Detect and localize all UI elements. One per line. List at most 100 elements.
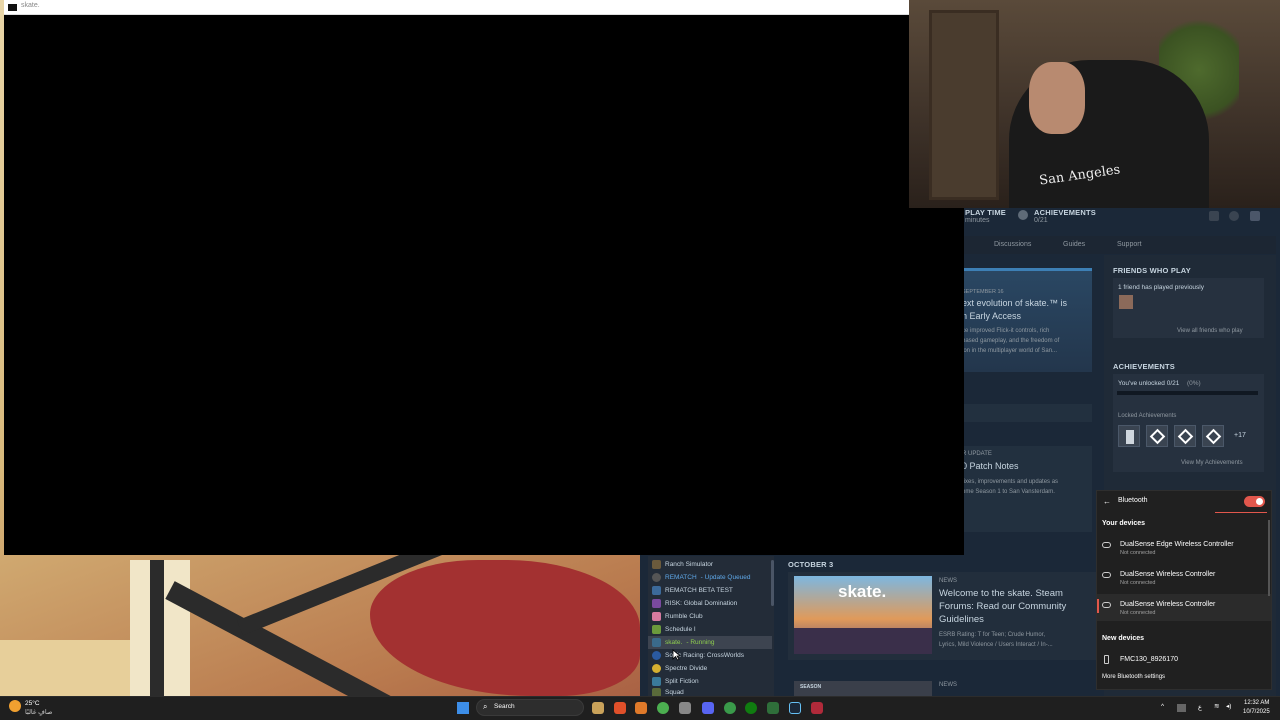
streamer-head (1029, 62, 1085, 134)
back-arrow-icon[interactable]: ← (1103, 497, 1111, 506)
tab-discussions[interactable]: Discussions (994, 241, 1031, 248)
chrome-icon[interactable] (657, 702, 669, 714)
news-date-label: OCTOBER 3 (788, 560, 834, 569)
achievements-unlocked-pct: (0%) (1187, 380, 1201, 387)
view-all-friends-link[interactable]: View all friends who play (1177, 328, 1243, 334)
bluetooth-toggle[interactable] (1244, 496, 1265, 507)
library-game-row[interactable]: Squad (648, 688, 772, 696)
info-icon[interactable] (1229, 211, 1239, 221)
library-game-row[interactable]: Split Fiction (648, 675, 772, 688)
diamond-icon (1177, 428, 1194, 445)
weather-description[interactable]: صافٍ غالبًا (25, 708, 52, 716)
search-placeholder: Search (494, 703, 515, 710)
taskbar-search[interactable] (476, 699, 584, 716)
game-icon (652, 664, 661, 673)
achievements-header-label: ACHIEVEMENTS (1034, 208, 1096, 217)
wallpaper-shape (150, 560, 164, 696)
new-device-name[interactable]: FMC130_8926170 (1120, 656, 1178, 663)
flyout-scrollbar[interactable] (1268, 520, 1270, 596)
app-icon[interactable] (635, 702, 647, 714)
friends-count: 1 friend has played previously (1118, 284, 1204, 291)
device-name[interactable]: DualSense Wireless Controller (1120, 601, 1215, 608)
selection-indicator (1097, 599, 1099, 613)
device-status: Not connected (1120, 550, 1156, 556)
your-devices-label: Your devices (1102, 520, 1146, 527)
gear-icon[interactable] (1209, 211, 1219, 221)
chevron-up-icon[interactable]: ^ (1161, 703, 1164, 710)
library-game-row[interactable]: REMATCH - Update Queued (648, 571, 772, 584)
game-window[interactable] (4, 0, 964, 555)
game-name: Rumble Club (665, 613, 703, 620)
update-kicker: R UPDATE (962, 451, 992, 457)
achievement-badge[interactable] (1146, 425, 1168, 447)
news-body-line1: ESRB Rating: T for Teen; Crude Humor, (939, 632, 1046, 638)
search-icon: ⌕ (483, 702, 488, 711)
app-icon[interactable] (767, 702, 779, 714)
game-icon (652, 586, 661, 595)
play-time-label: PLAY TIME (965, 208, 1006, 217)
library-game-row[interactable]: RISK: Global Domination (648, 597, 772, 610)
tab-guides[interactable]: Guides (1063, 241, 1085, 248)
settings-icon[interactable] (679, 702, 691, 714)
tab-support[interactable]: Support (1117, 241, 1142, 248)
weather-temp[interactable]: 25°C (25, 700, 40, 707)
clock-date[interactable]: 10/7/2025 (1243, 709, 1270, 715)
library-game-row[interactable]: Ranch Simulator (648, 558, 772, 571)
heart-icon[interactable] (1250, 211, 1260, 221)
skate-app-icon[interactable] (811, 702, 823, 714)
game-window-titlebar[interactable]: skate. (4, 0, 909, 15)
discord-icon[interactable] (702, 702, 714, 714)
wifi-icon[interactable]: ≋ (1214, 702, 1219, 710)
event-date: SEPTEMBER 16 (962, 289, 1004, 295)
news-title-line3: Guidelines (939, 614, 984, 625)
game-status: - Update Queued (700, 574, 751, 581)
thumbnail-ground (794, 628, 932, 654)
game-icon (652, 677, 661, 686)
achievement-badge[interactable] (1174, 425, 1196, 447)
library-scrollbar[interactable] (771, 560, 774, 606)
game-name: RISK: Global Domination (665, 600, 738, 607)
game-name: skate. (665, 639, 683, 646)
webcam-overlay: San Angeles (909, 0, 1280, 208)
more-bluetooth-settings-link[interactable]: More Bluetooth settings (1102, 674, 1165, 680)
device-name[interactable]: DualSense Edge Wireless Controller (1120, 541, 1234, 548)
play-time-value: minutes (965, 217, 990, 224)
library-game-row[interactable]: Sonic Racing: CrossWorlds (648, 649, 772, 662)
mouse-cursor (672, 649, 681, 661)
steam-icon[interactable] (789, 702, 801, 714)
achievements-header-value: 0/21 (1034, 217, 1048, 224)
achievements-unlocked-text: You've unlocked 0/21 (1118, 380, 1180, 387)
app-icon[interactable] (724, 702, 736, 714)
language-indicator[interactable]: ع (1198, 703, 1202, 711)
thumbnail2-label: SEASON (800, 684, 822, 690)
game-icon (652, 612, 661, 621)
more-achievements-count[interactable]: +17 (1234, 432, 1246, 439)
library-game-row[interactable]: REMATCH BETA TEST (648, 584, 772, 597)
library-game-row[interactable]: Rumble Club (648, 610, 772, 623)
update-title: 0 Patch Notes (962, 461, 1019, 471)
achievement-badge[interactable] (1118, 425, 1140, 447)
volume-icon[interactable]: ◂) (1226, 702, 1231, 710)
start-icon[interactable] (457, 702, 469, 714)
brave-icon[interactable] (614, 702, 626, 714)
device-name[interactable]: DualSense Wireless Controller (1120, 571, 1215, 578)
achievements-progress-bar (1117, 391, 1258, 395)
game-name: Squad (665, 688, 684, 696)
gamepad-icon (1102, 542, 1111, 548)
file-explorer-icon[interactable] (592, 702, 604, 714)
achievement-badge[interactable] (1202, 425, 1224, 447)
friend-avatar[interactable] (1119, 295, 1133, 309)
game-name: Split Fiction (665, 678, 699, 685)
view-achievements-link[interactable]: View My Achievements (1181, 460, 1243, 466)
toggle-underline (1215, 512, 1267, 513)
weather-icon[interactable] (9, 700, 21, 712)
diamond-icon (1205, 428, 1222, 445)
library-game-row[interactable]: Schedule I (648, 623, 772, 636)
tray-app-icon[interactable] (1177, 704, 1186, 712)
thumbnail-logo: skate. (838, 582, 887, 601)
diamond-icon (1149, 428, 1166, 445)
library-game-row[interactable]: Spectre Divide (648, 662, 772, 675)
library-game-row-selected[interactable]: skate. - Running (648, 636, 772, 649)
xbox-icon[interactable] (745, 702, 757, 714)
clock-time[interactable]: 12:32 AM (1244, 700, 1269, 706)
